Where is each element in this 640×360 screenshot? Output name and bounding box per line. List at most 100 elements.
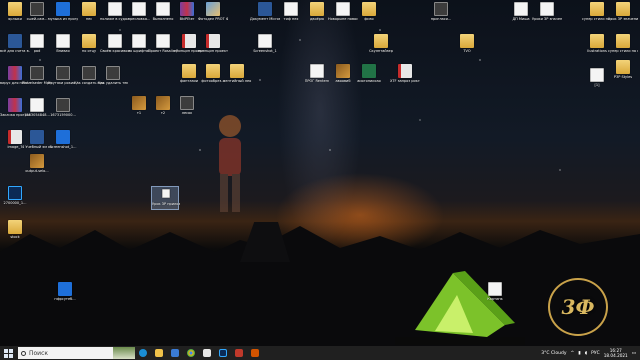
music-app-icon	[56, 2, 70, 16]
emblem-logo: 3Ф	[548, 278, 608, 336]
image-file-icon	[56, 130, 70, 144]
folder-icon	[362, 2, 376, 16]
app-icon	[30, 2, 44, 16]
app-icon	[180, 2, 194, 16]
taskbar-app[interactable]	[199, 346, 215, 360]
store-icon	[171, 349, 179, 357]
desktop-icon-folder[interactable]: TVO	[452, 34, 482, 53]
search-icon	[21, 350, 26, 356]
desktop-icon-folder[interactable]: Урок ЗР значения	[608, 2, 638, 21]
desktop-icon-app[interactable]: пригласи...	[426, 2, 456, 21]
folder-icon	[590, 34, 604, 48]
app-icon	[251, 349, 259, 357]
search-highlight-thumbnail[interactable]	[113, 347, 135, 359]
desktop-icon-app[interactable]: Как удалить текст / ч...	[98, 66, 128, 85]
desktop-icon-app[interactable]: 1673159000...	[48, 98, 78, 117]
folder-icon	[8, 2, 22, 16]
folder-icon	[206, 64, 220, 78]
word-document-icon	[8, 34, 22, 48]
notification-icon[interactable]: ▭	[632, 351, 636, 356]
app-icon	[30, 66, 44, 80]
desktop-icon-doc[interactable]: принцип проекта	[198, 34, 228, 53]
folder-icon	[460, 34, 474, 48]
taskbar: Поиск 3°C Cloudy ^ ▮ ◖ РУС 16:27 18.04.2…	[0, 346, 640, 360]
app-icon	[82, 66, 96, 80]
search-placeholder: Поиск	[29, 349, 49, 357]
photoshop-icon	[219, 349, 227, 357]
desktop-icon-selected[interactable]: Урок ЗР приложения...	[150, 186, 180, 210]
image-file-icon	[258, 34, 272, 48]
document-icon	[132, 34, 146, 48]
mascot-figure	[206, 112, 254, 222]
edge-icon	[139, 349, 147, 357]
app-icon	[235, 349, 243, 357]
weather-widget[interactable]: 3°C Cloudy	[541, 351, 566, 356]
app-icon	[434, 2, 448, 16]
desktop-icon-pictures[interactable]: Картинк	[480, 282, 510, 301]
winrar-icon	[8, 66, 22, 80]
clock-date: 18.04.2021	[603, 353, 628, 358]
taskbar-edge[interactable]	[135, 346, 151, 360]
document-icon	[590, 68, 604, 82]
taskbar-app[interactable]	[247, 346, 263, 360]
desktop-icon-app[interactable]: лесок	[172, 96, 202, 115]
mountain-silhouette	[0, 222, 640, 346]
folder-icon	[310, 2, 324, 16]
search-box[interactable]: Поиск	[18, 347, 113, 359]
document-icon	[514, 2, 528, 16]
taskbar-photoshop[interactable]	[215, 346, 231, 360]
document-icon	[56, 34, 70, 48]
folder-icon	[590, 2, 604, 16]
pdf-icon	[182, 34, 196, 48]
desktop-icon-folder[interactable]: супер стили на фото	[608, 34, 638, 53]
desktop-icon-doc[interactable]: [1]	[582, 68, 612, 87]
taskbar-app[interactable]	[231, 346, 247, 360]
app-icon	[56, 98, 70, 112]
pdf-icon	[398, 64, 412, 78]
pdf-icon	[8, 130, 22, 144]
start-button[interactable]	[0, 346, 16, 360]
windows-logo-icon	[3, 348, 13, 358]
desktop-icon-folder[interactable]: P3P Styles	[608, 60, 638, 79]
network-icon[interactable]: ▮	[578, 351, 580, 356]
tray-chevron-icon[interactable]: ^	[571, 351, 575, 356]
volume-icon[interactable]: ◖	[585, 351, 587, 356]
desktop-icon-psd[interactable]: 2700000_1...	[0, 186, 30, 205]
desktop-icon-game[interactable]: output-selo...	[22, 154, 52, 173]
document-icon	[132, 2, 146, 16]
taskbar-store[interactable]	[167, 346, 183, 360]
taskbar-chrome[interactable]	[183, 346, 199, 360]
document-icon	[156, 2, 170, 16]
desktop-icon-folder[interactable]: ментийный лео	[222, 64, 252, 83]
folder-icon	[82, 2, 96, 16]
desktop-icon-book[interactable]: аиогопиисао	[354, 64, 384, 83]
desktop-icon-video[interactable]: пфрсутеб...	[50, 282, 80, 301]
desktop-icon-photo[interactable]: Фотодел PROT Фото...	[198, 2, 228, 21]
desktop-icon-screenshot[interactable]: Screenshot_1	[250, 34, 280, 53]
desktop-icon-pdf[interactable]: XTF запроз рикгон...	[390, 64, 420, 83]
game-icon	[132, 96, 146, 110]
app-icon	[203, 349, 211, 357]
folder-icon	[8, 220, 22, 234]
game-icon	[336, 64, 350, 78]
word-document-icon	[258, 2, 272, 16]
desktop-icon-folder[interactable]: Скулптайзер	[366, 34, 396, 53]
clock[interactable]: 16:27 18.04.2021	[604, 348, 628, 358]
image-file-icon	[206, 2, 220, 16]
desktop-icon-doc[interactable]: Уроки ЗР значения...	[532, 2, 562, 21]
folder-icon	[616, 34, 630, 48]
desktop-icon-screenshot[interactable]: Screenshot_1...	[48, 130, 78, 149]
taskbar-explorer[interactable]	[151, 346, 167, 360]
folder-icon	[616, 60, 630, 74]
video-file-icon	[58, 282, 72, 296]
desktop-icon-folder[interactable]: stock	[0, 220, 30, 239]
folder-icon	[230, 64, 244, 78]
desktop-icon-folder[interactable]: физо	[354, 2, 384, 21]
language-indicator[interactable]: РУС	[591, 351, 600, 356]
document-icon	[156, 34, 170, 48]
folder-icon	[374, 34, 388, 48]
document-icon	[284, 2, 298, 16]
document-icon	[30, 34, 44, 48]
document-icon	[540, 2, 554, 16]
document-icon	[108, 34, 122, 48]
